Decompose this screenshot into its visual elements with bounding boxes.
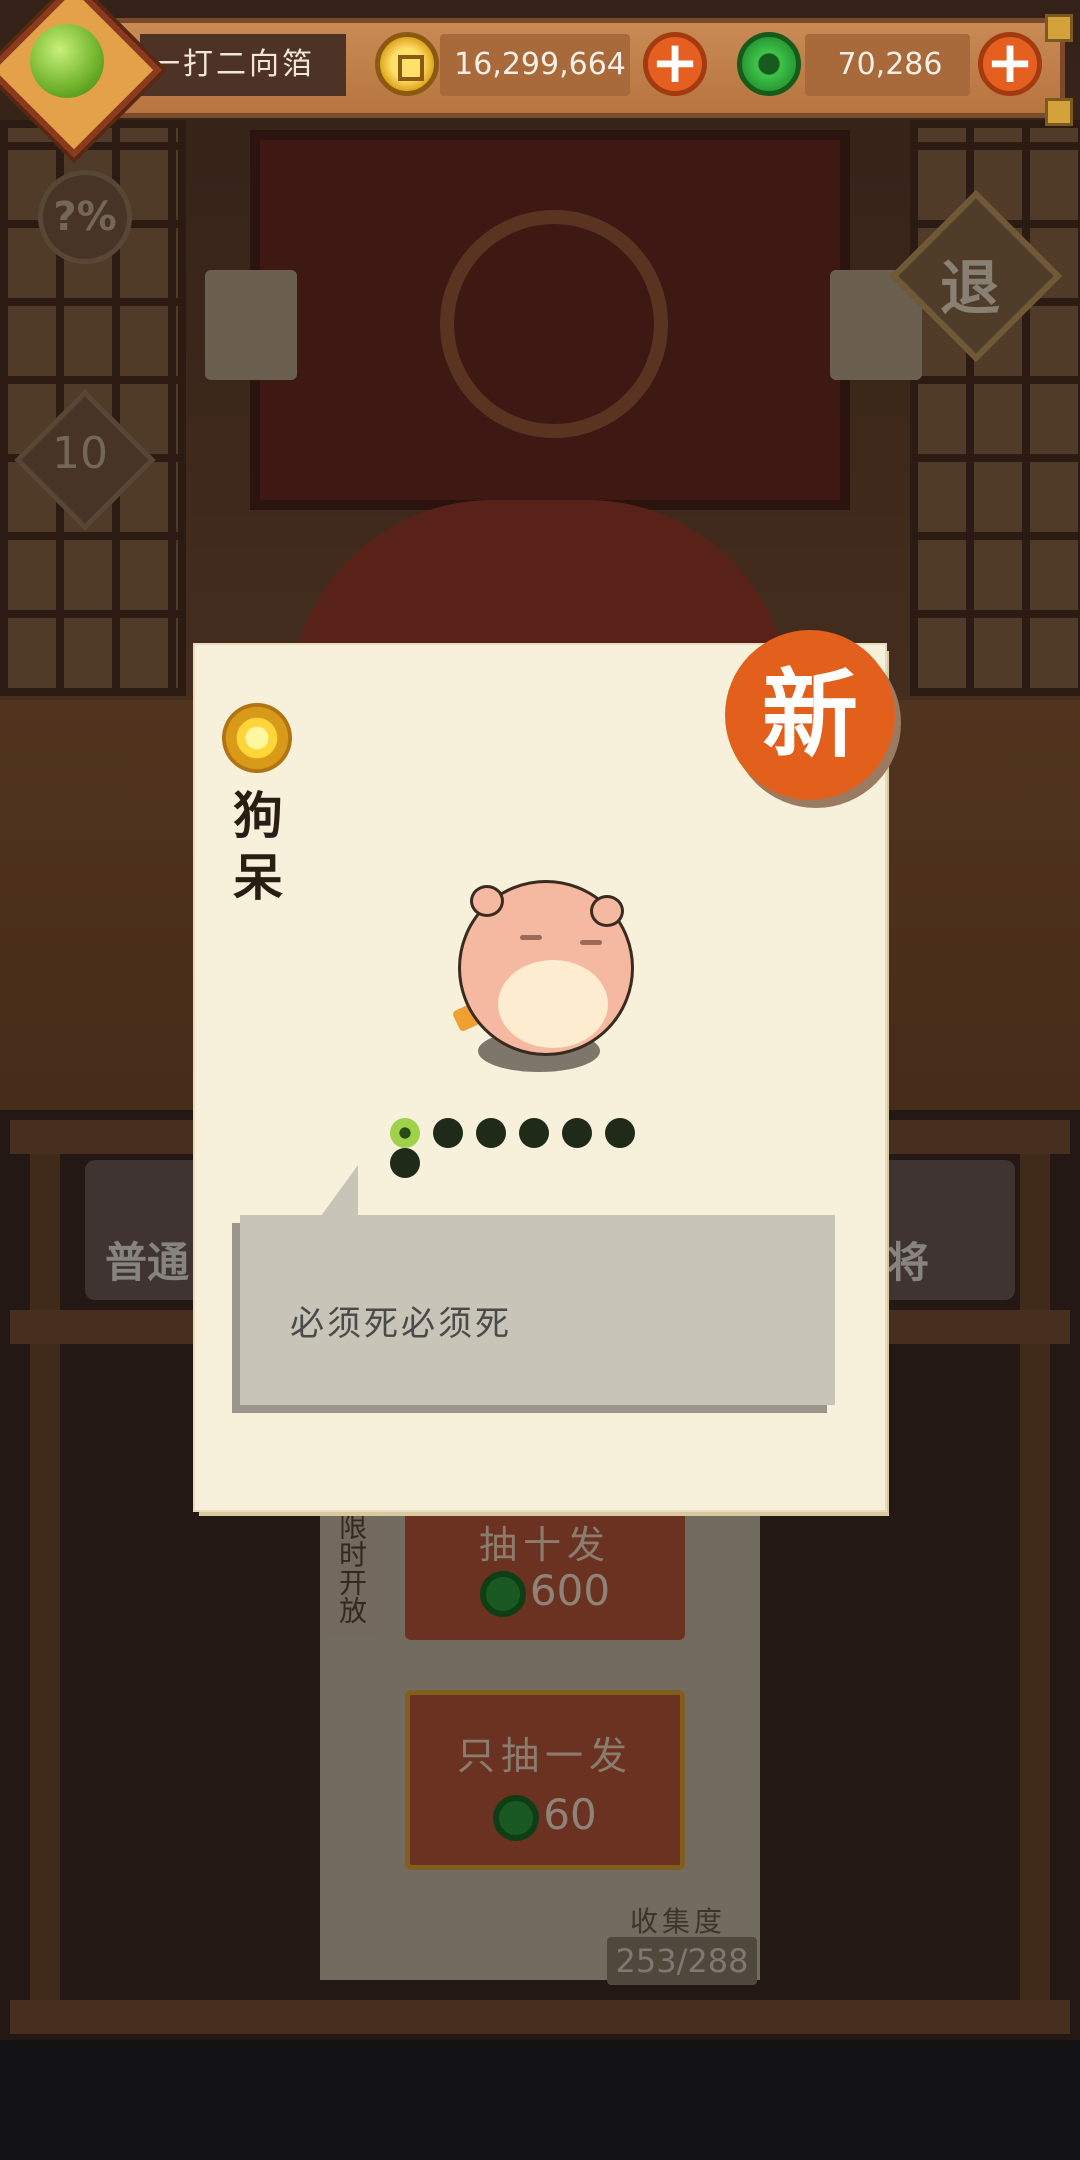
sun-rarity-icon [222,703,292,773]
rarity-dot-icon [605,1118,635,1148]
character-quote: 必须死必须死 [290,1304,512,1344]
rarity-dot-icon [433,1118,463,1148]
rarity-dot-icon [562,1118,592,1148]
hamster-belly [498,960,608,1048]
avatar[interactable] [30,24,104,98]
new-badge: 新 [725,630,895,800]
hamster-ear [590,895,624,927]
character-name: 狗呆 [233,787,283,907]
rarity-dots [390,1118,690,1178]
add-jade-button[interactable]: + [978,32,1042,96]
hud-corner-ornament [1045,14,1073,42]
jade-coin-icon [737,32,801,96]
rarity-dot-icon [390,1148,420,1178]
hamster-eye [520,935,542,940]
rarity-dot-icon [519,1118,549,1148]
hud-corner-ornament [1045,98,1073,126]
rarity-dot-icon [476,1118,506,1148]
hamster-eye [580,940,602,945]
rarity-dot-lit-icon [390,1118,420,1148]
add-gold-button[interactable]: + [643,32,707,96]
jade-amount: 70,286 [837,47,943,82]
player-name: 一打二向箔 [150,47,315,82]
gold-coin-icon [375,32,439,96]
hamster-ear [470,885,504,917]
gold-amount: 16,299,664 [454,47,626,82]
top-hud: 一打二向箔 16,299,664 + 70,286 + [0,0,1080,158]
speech-bubble-tail [318,1165,358,1220]
